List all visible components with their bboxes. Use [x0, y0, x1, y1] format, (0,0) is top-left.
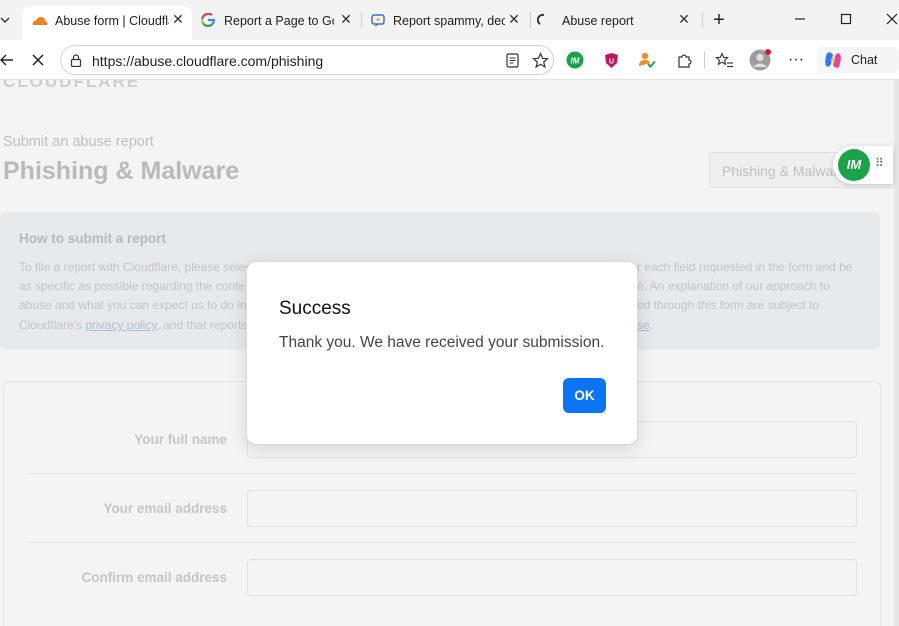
tab-abuse-report[interactable]: Abuse report ✕: [532, 6, 698, 34]
lock-icon[interactable]: [69, 53, 83, 67]
tab-strip: Abuse form | Cloudfla ✕ Report a Page to…: [0, 0, 899, 40]
cloudflare-icon: [32, 15, 48, 27]
close-tab-icon[interactable]: ✕: [676, 11, 692, 27]
report-icon: [370, 13, 386, 29]
im-badge[interactable]: IM: [838, 149, 870, 181]
google-icon: [200, 12, 216, 28]
tab-separator: [530, 12, 531, 28]
tab-report-spammy[interactable]: Report spammy, dece ✕: [364, 6, 528, 34]
ok-button[interactable]: OK: [563, 378, 606, 413]
toolbar-separator: [704, 52, 705, 68]
drag-handle-icon[interactable]: ⠿: [875, 156, 884, 170]
tab-title: Abuse form | Cloudfla: [55, 14, 169, 28]
browser-toolbar: https://abuse.cloudflare.com/phishing IM…: [0, 40, 899, 80]
person-check-extension-icon[interactable]: [638, 51, 656, 69]
back-arrow-icon[interactable]: [0, 51, 14, 69]
shield-extension-icon[interactable]: U: [603, 51, 619, 69]
profile-avatar-icon[interactable]: [749, 49, 771, 71]
minimize-icon[interactable]: [788, 8, 812, 32]
page-scrollbar[interactable]: [894, 80, 899, 626]
more-options-icon[interactable]: ···: [787, 51, 805, 68]
favorites-list-icon[interactable]: [714, 51, 734, 69]
tab-separator: [702, 12, 703, 28]
svg-text:U: U: [608, 58, 613, 65]
favorite-star-icon[interactable]: [531, 51, 549, 69]
dialog-message: Thank you. We have received your submiss…: [279, 334, 605, 351]
maximize-icon[interactable]: [834, 8, 858, 32]
dialog-title: Success: [279, 298, 351, 319]
close-tab-icon[interactable]: ✕: [506, 11, 522, 27]
svg-text:IM: IM: [571, 57, 580, 66]
tab-report-google[interactable]: Report a Page to Goo ✕: [196, 6, 360, 34]
chat-label: Chat: [851, 53, 878, 67]
stop-loading-icon[interactable]: [30, 52, 46, 68]
im-floating-widget[interactable]: IM ⠿: [833, 146, 893, 184]
tab-title: Abuse report: [562, 14, 634, 28]
close-window-icon[interactable]: [880, 8, 899, 32]
browser-window: Abuse form | Cloudfla ✕ Report a Page to…: [0, 0, 899, 626]
extensions-puzzle-icon[interactable]: [675, 51, 693, 69]
tab-title: Report spammy, dece: [393, 14, 505, 28]
tab-actions-chevron-icon[interactable]: [0, 12, 12, 28]
copilot-icon: [823, 50, 843, 70]
close-tab-icon[interactable]: ✕: [338, 11, 354, 27]
tab-title: Report a Page to Goo: [224, 14, 334, 28]
url-text: https://abuse.cloudflare.com/phishing: [92, 53, 324, 69]
tab-separator: [361, 12, 362, 28]
copilot-chat-button[interactable]: Chat: [817, 47, 899, 73]
success-dialog: Success Thank you. We have received your…: [246, 261, 638, 445]
close-tab-icon[interactable]: ✕: [170, 11, 186, 27]
im-extension-icon[interactable]: IM: [566, 51, 584, 69]
tab-abuse-form[interactable]: Abuse form | Cloudfla ✕: [22, 6, 192, 40]
new-tab-icon[interactable]: +: [707, 8, 731, 32]
loading-icon: [536, 12, 552, 28]
reader-mode-icon[interactable]: [504, 52, 520, 68]
address-bar[interactable]: https://abuse.cloudflare.com/phishing: [60, 45, 554, 75]
